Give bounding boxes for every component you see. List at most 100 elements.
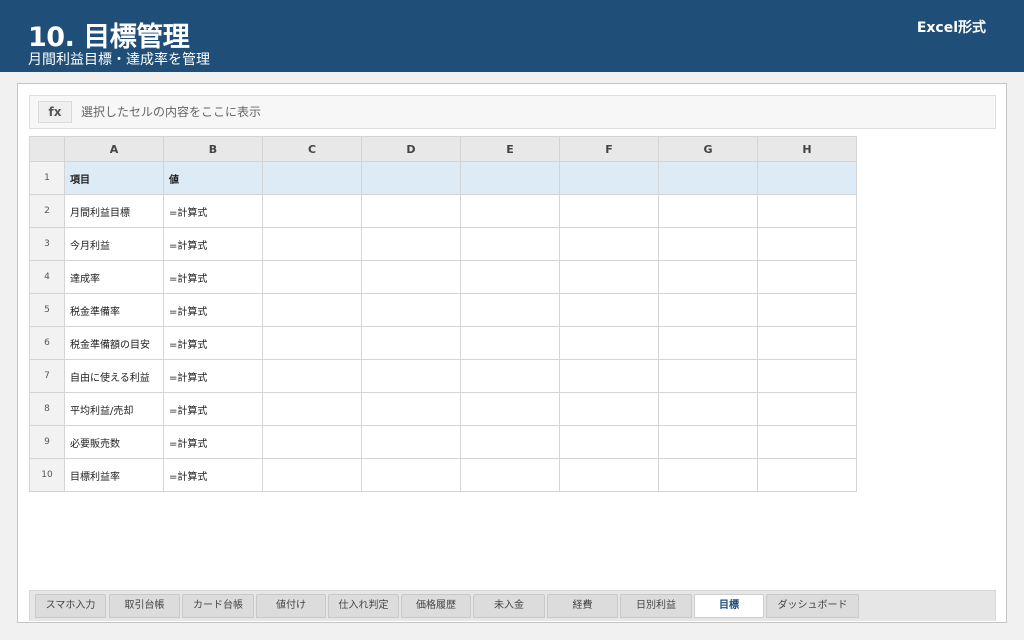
cell-c[interactable] <box>262 161 362 195</box>
cell-c[interactable] <box>262 359 362 393</box>
column-header-f[interactable]: F <box>559 136 659 162</box>
sheet-tab[interactable]: 日別利益 <box>620 594 692 618</box>
sheet-tab[interactable]: 経費 <box>547 594 618 618</box>
cell-h[interactable] <box>757 392 857 426</box>
formula-bar[interactable]: fx 選択したセルの内容をここに表示 <box>29 95 996 129</box>
cell-a[interactable]: 税金準備率 <box>64 293 164 327</box>
cell-h[interactable] <box>757 161 857 195</box>
column-header-b[interactable]: B <box>163 136 263 162</box>
column-header-d[interactable]: D <box>361 136 461 162</box>
cell-e[interactable] <box>460 227 560 261</box>
cell-c[interactable] <box>262 425 362 459</box>
cell-f[interactable] <box>559 194 659 228</box>
column-header-g[interactable]: G <box>658 136 758 162</box>
cell-a[interactable]: 項目 <box>64 161 164 195</box>
sheet-tab[interactable]: 未入金 <box>473 594 545 618</box>
cell-b[interactable]: =計算式 <box>163 392 263 426</box>
cell-b[interactable]: =計算式 <box>163 194 263 228</box>
cell-a[interactable]: 必要販売数 <box>64 425 164 459</box>
sheet-tab[interactable]: 取引台帳 <box>109 594 180 618</box>
sheet-tab[interactable]: カード台帳 <box>182 594 254 618</box>
cell-a[interactable]: 自由に使える利益 <box>64 359 164 393</box>
cell-g[interactable] <box>658 161 758 195</box>
column-header-a[interactable]: A <box>64 136 164 162</box>
cell-f[interactable] <box>559 161 659 195</box>
cell-g[interactable] <box>658 194 758 228</box>
cell-g[interactable] <box>658 359 758 393</box>
row-header[interactable]: 1 <box>29 161 65 195</box>
row-header[interactable]: 2 <box>29 194 65 228</box>
cell-h[interactable] <box>757 359 857 393</box>
cell-d[interactable] <box>361 260 461 294</box>
row-header[interactable]: 5 <box>29 293 65 327</box>
cell-d[interactable] <box>361 359 461 393</box>
cell-c[interactable] <box>262 293 362 327</box>
cell-a[interactable]: 平均利益/売却 <box>64 392 164 426</box>
cell-e[interactable] <box>460 260 560 294</box>
row-header[interactable]: 3 <box>29 227 65 261</box>
cell-e[interactable] <box>460 359 560 393</box>
cell-g[interactable] <box>658 458 758 492</box>
cell-g[interactable] <box>658 260 758 294</box>
cell-h[interactable] <box>757 326 857 360</box>
cell-f[interactable] <box>559 359 659 393</box>
cell-g[interactable] <box>658 392 758 426</box>
cell-c[interactable] <box>262 260 362 294</box>
cell-b[interactable]: =計算式 <box>163 293 263 327</box>
cell-h[interactable] <box>757 293 857 327</box>
cell-b[interactable]: =計算式 <box>163 326 263 360</box>
row-header[interactable]: 10 <box>29 458 65 492</box>
cell-f[interactable] <box>559 425 659 459</box>
cell-f[interactable] <box>559 392 659 426</box>
cell-e[interactable] <box>460 161 560 195</box>
sheet-tab[interactable]: 値付け <box>256 594 326 618</box>
cell-d[interactable] <box>361 326 461 360</box>
cell-b[interactable]: =計算式 <box>163 260 263 294</box>
cell-d[interactable] <box>361 392 461 426</box>
cell-b[interactable]: =計算式 <box>163 425 263 459</box>
cell-a[interactable]: 税金準備額の目安 <box>64 326 164 360</box>
sheet-tab[interactable]: 価格履歴 <box>401 594 471 618</box>
cell-a[interactable]: 月間利益目標 <box>64 194 164 228</box>
row-header[interactable]: 9 <box>29 425 65 459</box>
column-header-e[interactable]: E <box>460 136 560 162</box>
cell-a[interactable]: 目標利益率 <box>64 458 164 492</box>
cell-a[interactable]: 今月利益 <box>64 227 164 261</box>
cell-f[interactable] <box>559 293 659 327</box>
sheet-tab[interactable]: スマホ入力 <box>35 594 106 618</box>
cell-b[interactable]: =計算式 <box>163 227 263 261</box>
cell-c[interactable] <box>262 326 362 360</box>
cell-e[interactable] <box>460 326 560 360</box>
cell-h[interactable] <box>757 458 857 492</box>
cell-e[interactable] <box>460 293 560 327</box>
cell-h[interactable] <box>757 227 857 261</box>
row-header[interactable]: 7 <box>29 359 65 393</box>
cell-c[interactable] <box>262 194 362 228</box>
cell-b[interactable]: =計算式 <box>163 359 263 393</box>
cell-f[interactable] <box>559 227 659 261</box>
sheet-tab[interactable]: 仕入れ判定 <box>328 594 399 618</box>
cell-f[interactable] <box>559 260 659 294</box>
column-header-h[interactable]: H <box>757 136 857 162</box>
cell-g[interactable] <box>658 293 758 327</box>
sheet-tab[interactable]: 目標 <box>694 594 764 618</box>
cell-g[interactable] <box>658 425 758 459</box>
cell-f[interactable] <box>559 458 659 492</box>
cell-e[interactable] <box>460 458 560 492</box>
row-header[interactable]: 4 <box>29 260 65 294</box>
cell-h[interactable] <box>757 194 857 228</box>
row-header[interactable]: 8 <box>29 392 65 426</box>
cell-b[interactable]: 値 <box>163 161 263 195</box>
sheet-tab[interactable]: ダッシュボード <box>766 594 859 618</box>
cell-e[interactable] <box>460 194 560 228</box>
cell-d[interactable] <box>361 458 461 492</box>
cell-d[interactable] <box>361 227 461 261</box>
cell-d[interactable] <box>361 425 461 459</box>
cell-c[interactable] <box>262 458 362 492</box>
cell-d[interactable] <box>361 194 461 228</box>
select-all-corner[interactable] <box>29 136 65 162</box>
cell-b[interactable]: =計算式 <box>163 458 263 492</box>
cell-f[interactable] <box>559 326 659 360</box>
cell-d[interactable] <box>361 161 461 195</box>
cell-d[interactable] <box>361 293 461 327</box>
